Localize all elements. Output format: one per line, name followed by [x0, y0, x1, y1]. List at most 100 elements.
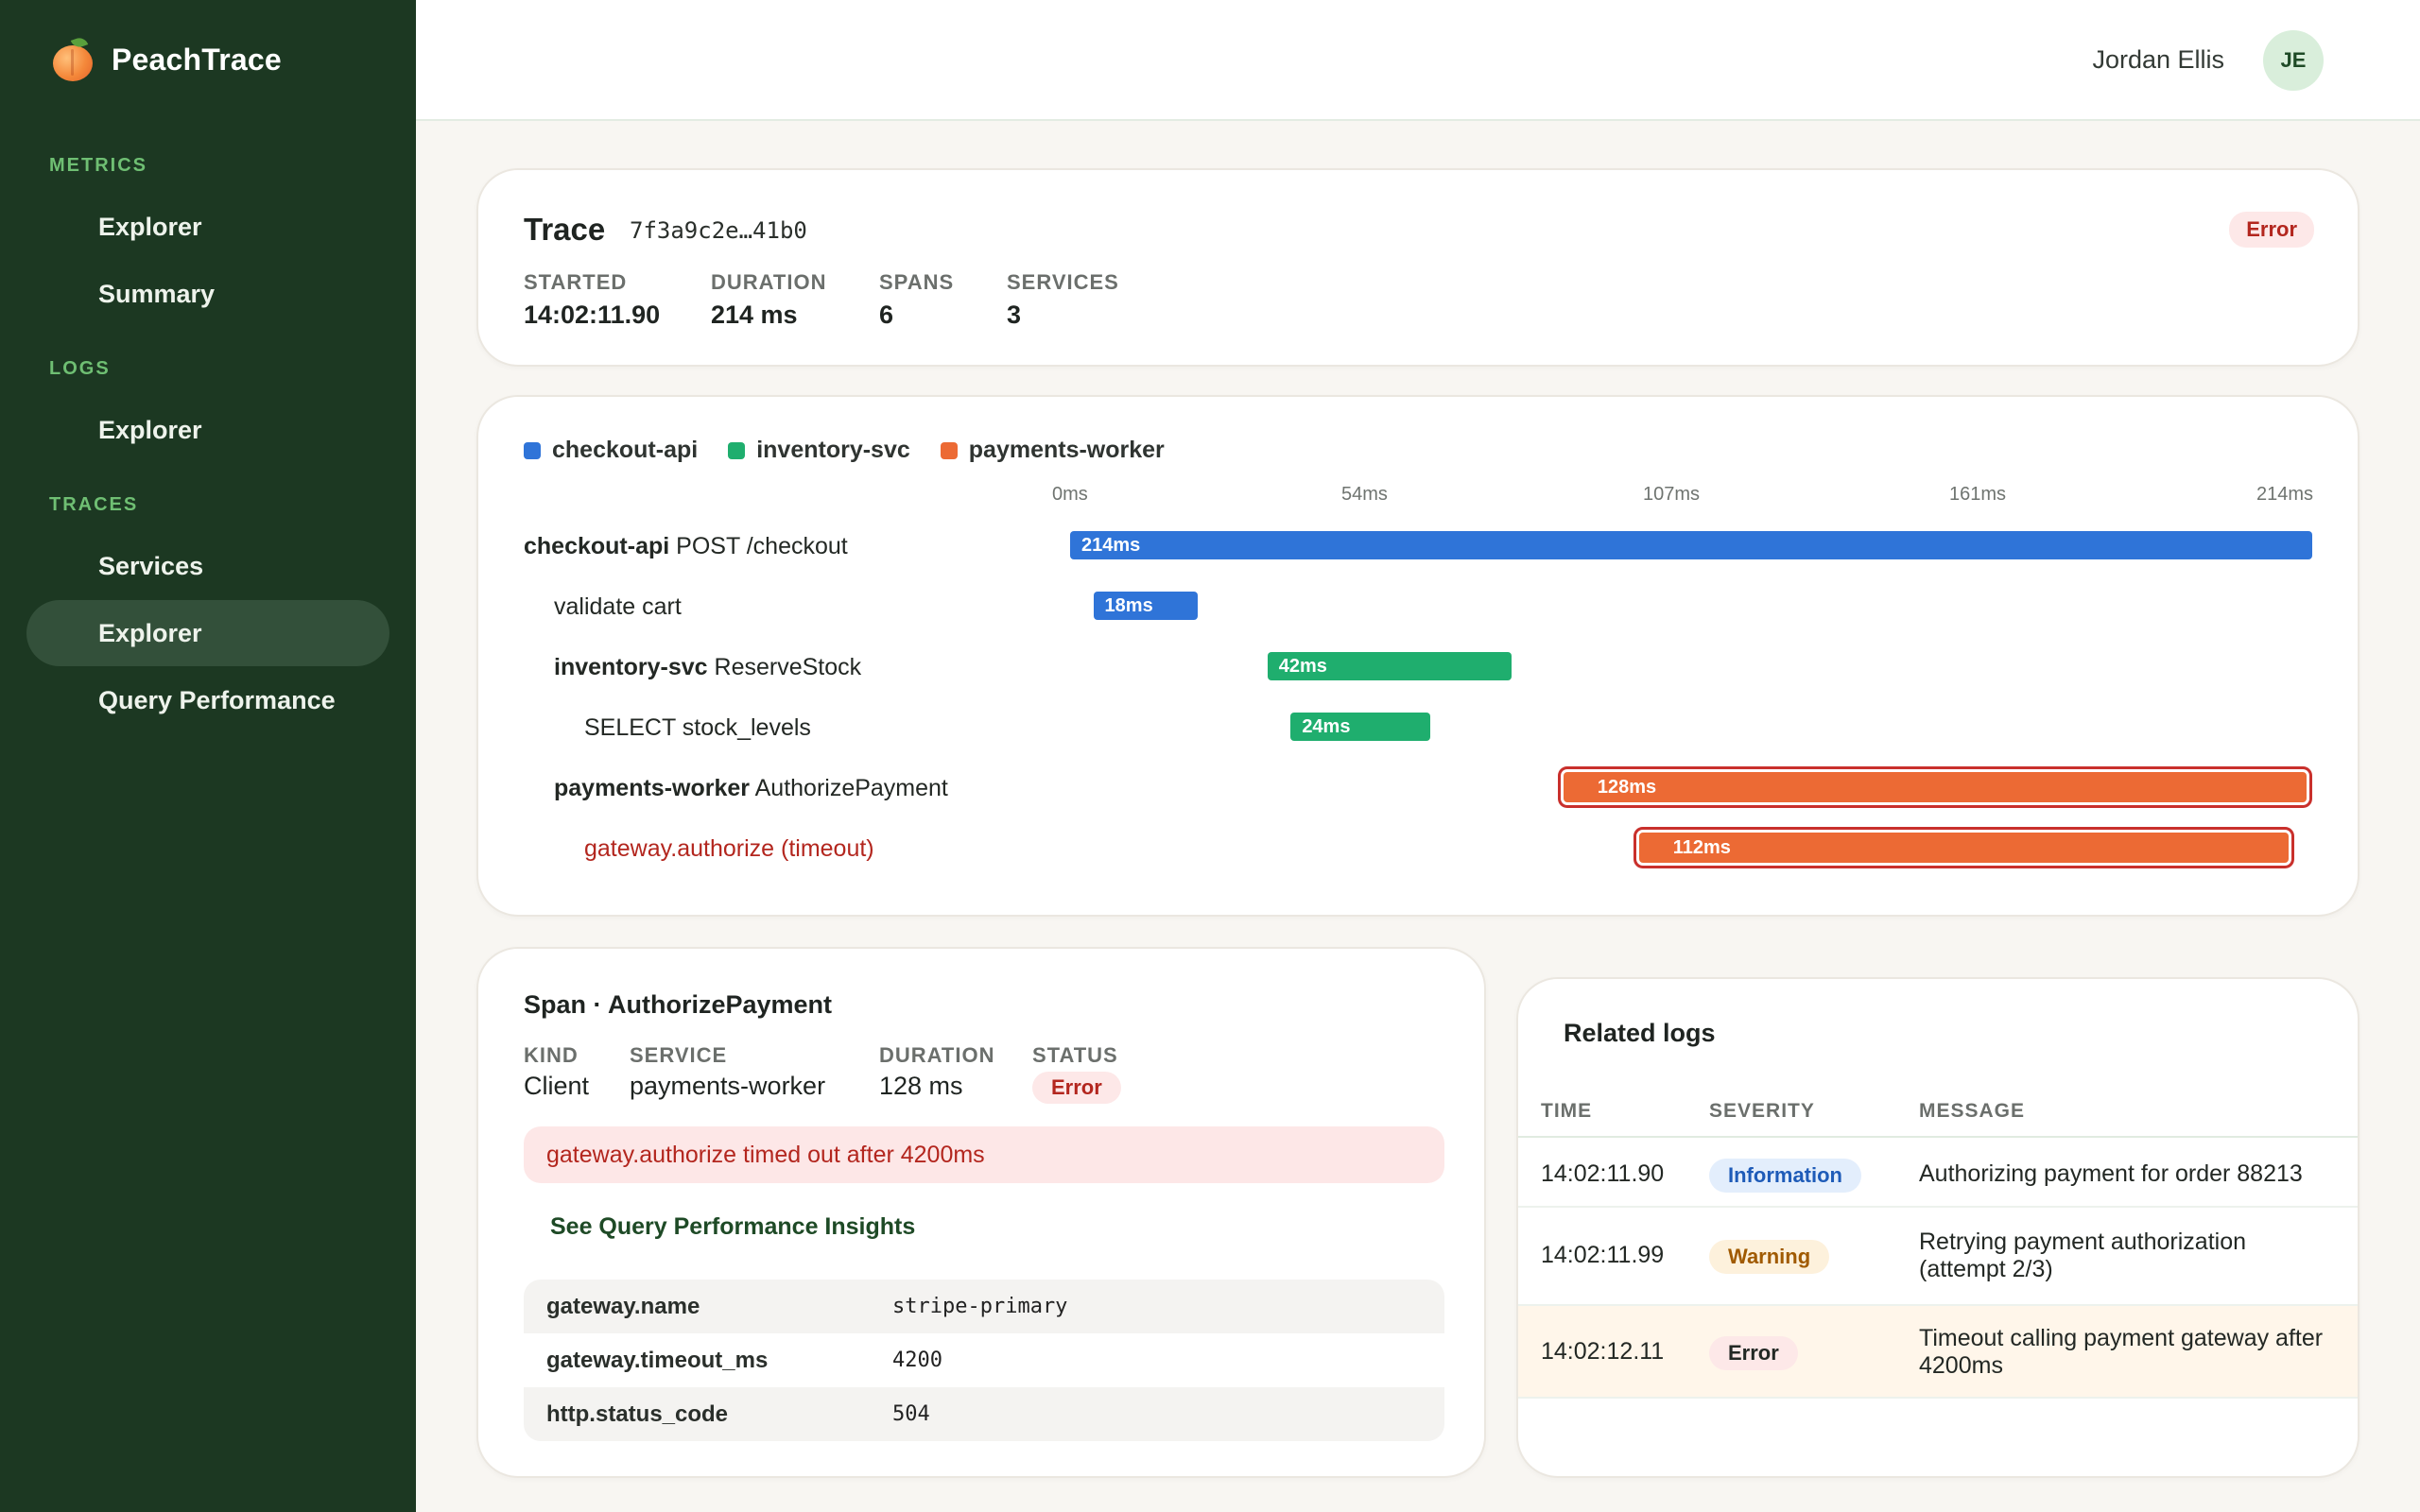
attribute-value: 4200: [892, 1349, 942, 1372]
meta-label: KIND: [524, 1043, 579, 1067]
legend-swatch: [940, 441, 958, 459]
attribute-value: 504: [892, 1402, 930, 1426]
legend-label: payments-worker: [968, 437, 1165, 463]
nav-item-logs-explorer[interactable]: Explorer: [26, 397, 389, 463]
nav-item-metrics-summary[interactable]: Summary: [26, 261, 389, 327]
log-time: 14:02:12.11: [1541, 1338, 1665, 1365]
status-badge: Error: [1032, 1072, 1121, 1104]
avatar[interactable]: JE: [2263, 30, 2324, 91]
legend-item-checkout-api[interactable]: checkout-api: [524, 437, 698, 464]
nav-item-traces-explorer[interactable]: Explorer: [26, 600, 389, 666]
legend-swatch: [728, 441, 746, 459]
severity-badge: Information: [1709, 1159, 1861, 1193]
timeline-legend: checkout-api inventory-svc payments-work…: [524, 437, 1165, 464]
meta-value: 3: [1007, 301, 1022, 329]
legend-item-inventory-svc[interactable]: inventory-svc: [728, 437, 910, 464]
meta-value: 128 ms: [879, 1072, 963, 1100]
meta-label: SERVICE: [630, 1043, 728, 1067]
span-bar[interactable]: 128ms: [1563, 772, 2307, 802]
attribute-row: http.status_code 504: [524, 1387, 1444, 1441]
span-row-label[interactable]: payments-worker AuthorizePayment: [554, 775, 948, 802]
span-kind: KIND Client: [524, 1043, 589, 1101]
span-bar[interactable]: 24ms: [1290, 713, 1430, 741]
meta-label: SERVICES: [1007, 270, 1119, 294]
span-status: STATUS Error: [1032, 1043, 1121, 1104]
span-row-label[interactable]: SELECT stock_levels: [584, 714, 811, 742]
nav-item-traces-services[interactable]: Services: [26, 533, 389, 599]
severity-badge: Error: [1709, 1336, 1798, 1370]
query-performance-insights-link[interactable]: See Query Performance Insights: [550, 1213, 915, 1241]
span-duration: DURATION 128 ms: [879, 1043, 994, 1101]
legend-label: inventory-svc: [756, 437, 910, 463]
attribute-key: http.status_code: [546, 1400, 729, 1427]
span-bar[interactable]: 18ms: [1093, 592, 1199, 620]
timeline-tick: 161ms: [1949, 484, 2007, 505]
nav-item-metrics-explorer[interactable]: Explorer: [26, 194, 389, 260]
trace-meta-services: SERVICES 3: [1007, 270, 1119, 330]
nav-section-metrics: METRICS: [49, 155, 147, 176]
trace-timeline-card: checkout-api inventory-svc payments-work…: [476, 395, 2360, 917]
trace-meta-spans: SPANS 6: [879, 270, 954, 330]
brand-name: PeachTrace: [112, 42, 282, 77]
span-error-message: gateway.authorize timed out after 4200ms: [524, 1126, 1444, 1183]
related-logs-title: Related logs: [1564, 1019, 1716, 1047]
timeline-tick: 107ms: [1643, 484, 1701, 505]
attribute-row: gateway.timeout_ms 4200: [524, 1333, 1444, 1387]
top-bar: Jordan Ellis JE: [416, 0, 2420, 121]
column-header-severity[interactable]: SEVERITY: [1709, 1100, 1815, 1123]
meta-value: Client: [524, 1072, 590, 1100]
meta-label: DURATION: [711, 270, 827, 294]
meta-label: SPANS: [879, 270, 955, 294]
nav-item-traces-query-performance[interactable]: Query Performance: [26, 667, 389, 733]
sidebar: PeachTrace METRICS Explorer Summary LOGS…: [0, 0, 416, 1512]
span-detail-card: Span · AuthorizePayment KIND Client SERV…: [476, 947, 1486, 1478]
meta-value: 14:02:11.90: [524, 301, 661, 329]
span-row-label[interactable]: validate cart: [554, 593, 682, 621]
span-attributes-table: gateway.name stripe-primary gateway.time…: [524, 1280, 1444, 1441]
meta-label: DURATION: [879, 1043, 995, 1067]
column-header-time[interactable]: TIME: [1541, 1100, 1592, 1123]
meta-value: 6: [879, 301, 894, 329]
peach-logo-icon: [51, 35, 95, 81]
span-service: SERVICE payments-worker: [630, 1043, 825, 1101]
trace-meta-started: STARTED 14:02:11.90: [524, 270, 660, 330]
user-name[interactable]: Jordan Ellis: [2092, 45, 2224, 75]
meta-value: 214 ms: [711, 301, 798, 329]
log-message: Retrying payment authorization (attempt …: [1919, 1228, 2247, 1282]
span-bar[interactable]: 214ms: [1070, 531, 2312, 559]
log-message: Timeout calling payment gateway after 42…: [1919, 1325, 2324, 1379]
legend-label: checkout-api: [552, 437, 699, 463]
log-row[interactable]: 14:02:12.11 Error Timeout calling paymen…: [1518, 1306, 2358, 1399]
severity-badge: Warning: [1709, 1240, 1830, 1274]
span-row-label[interactable]: gateway.authorize (timeout): [584, 835, 874, 863]
attribute-key: gateway.timeout_ms: [546, 1347, 769, 1373]
timeline-tick: 54ms: [1341, 484, 1388, 505]
trace-id: 7f3a9c2e…41b0: [630, 217, 807, 244]
span-bar[interactable]: 42ms: [1267, 652, 1512, 680]
brand[interactable]: PeachTrace: [51, 35, 282, 81]
timeline-tick: 0ms: [1052, 484, 1088, 505]
log-time: 14:02:11.99: [1541, 1242, 1665, 1268]
attribute-value: stripe-primary: [892, 1295, 1068, 1318]
nav-section-traces: TRACES: [49, 494, 139, 515]
trace-status-badge: Error: [2229, 212, 2314, 248]
log-time: 14:02:11.90: [1541, 1160, 1665, 1187]
attribute-row: gateway.name stripe-primary: [524, 1280, 1444, 1333]
nav-section-logs: LOGS: [49, 358, 111, 379]
log-row[interactable]: 14:02:11.99 Warning Retrying payment aut…: [1518, 1208, 2358, 1306]
span-detail-title: Span · AuthorizePayment: [524, 990, 833, 1019]
log-row[interactable]: 14:02:11.90 Information Authorizing paym…: [1518, 1140, 2358, 1208]
trace-summary-card: Trace 7f3a9c2e…41b0 Error STARTED 14:02:…: [476, 168, 2360, 367]
column-header-message[interactable]: MESSAGE: [1919, 1100, 2025, 1123]
log-message: Authorizing payment for order 88213: [1919, 1160, 2303, 1187]
span-row-label[interactable]: inventory-svc ReserveStock: [554, 654, 861, 681]
span-bar[interactable]: 112ms: [1638, 833, 2290, 863]
trace-title: Trace: [524, 212, 606, 247]
meta-label: STARTED: [524, 270, 628, 294]
attribute-key: gateway.name: [546, 1293, 700, 1319]
legend-item-payments-worker[interactable]: payments-worker: [940, 437, 1165, 464]
meta-value: payments-worker: [630, 1072, 826, 1100]
meta-label: STATUS: [1032, 1043, 1118, 1067]
span-row-label[interactable]: checkout-api POST /checkout: [524, 533, 848, 560]
trace-meta-duration: DURATION 214 ms: [711, 270, 826, 330]
